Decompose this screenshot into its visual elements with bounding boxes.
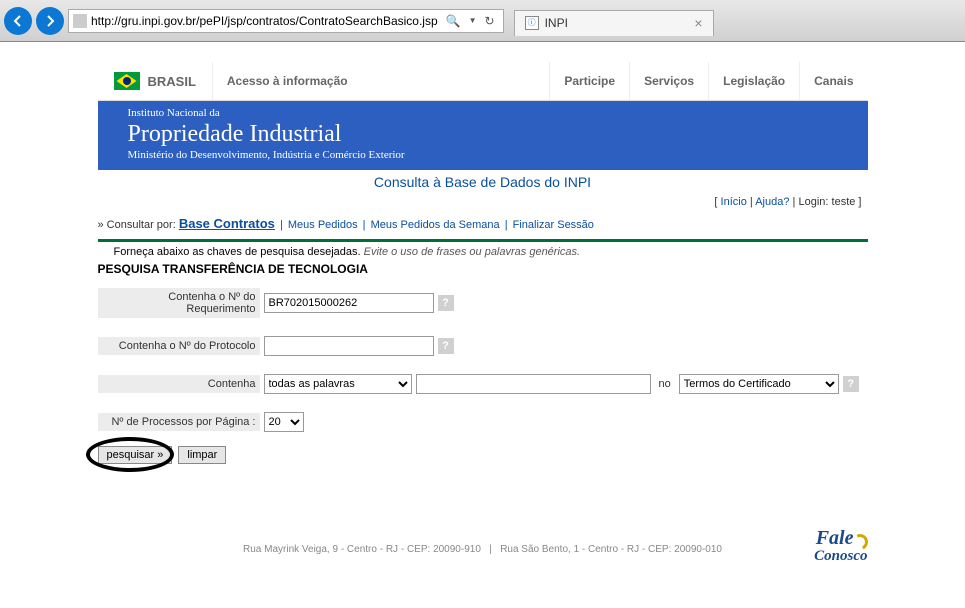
instructions-text1: Forneça abaixo as chaves de pesquisa des… — [114, 246, 361, 258]
nav-forward-button[interactable] — [36, 7, 64, 35]
limpar-button[interactable]: limpar — [178, 446, 226, 464]
tab-bar: ⓘ INPI × — [514, 6, 961, 36]
label-requerimento: Contenha o Nº do Requerimento — [98, 288, 260, 318]
address-bar[interactable]: http://gru.inpi.gov.br/pePI/jsp/contrato… — [68, 9, 504, 33]
nav-back-button[interactable] — [4, 7, 32, 35]
top-links: [ Início | Ajuda? | Login: teste ] — [98, 194, 868, 210]
footer-sep: | — [489, 544, 492, 555]
tab-title: INPI — [545, 16, 568, 30]
page-content: BRASIL Acesso à informação Participe Ser… — [98, 62, 868, 585]
row-per-page: Nº de Processos por Página : 20 — [98, 412, 868, 432]
select-termos[interactable]: Termos do Certificado — [679, 374, 839, 394]
browser-toolbar: http://gru.inpi.gov.br/pePI/jsp/contrato… — [0, 0, 965, 42]
section-title: PESQUISA TRANSFERÊNCIA DE TECNOLOGIA — [98, 260, 868, 288]
button-row: pesquisar » limpar — [98, 446, 868, 464]
link-finalizar-sessao[interactable]: Finalizar Sessão — [513, 219, 594, 231]
pesquisar-button[interactable]: pesquisar » — [98, 446, 173, 464]
inpi-header: Instituto Nacional da Propriedade Indust… — [98, 101, 868, 170]
brazil-flag-icon — [114, 72, 140, 90]
fale-conosco-logo[interactable]: Fale Conosco — [814, 530, 867, 562]
select-per-page[interactable]: 20 — [264, 412, 304, 432]
header-title: Propriedade Industrial — [128, 120, 838, 149]
link-meus-pedidos[interactable]: Meus Pedidos — [288, 219, 358, 231]
row-contenha: Contenha todas as palavras no Termos do … — [98, 374, 868, 394]
link-meus-pedidos-semana[interactable]: Meus Pedidos da Semana — [371, 219, 500, 231]
label-protocolo: Contenha o Nº do Protocolo — [98, 337, 260, 355]
input-protocolo[interactable] — [264, 336, 434, 356]
input-requerimento[interactable] — [264, 293, 434, 313]
select-contenha-modo[interactable]: todas as palavras — [264, 374, 412, 394]
browser-tab[interactable]: ⓘ INPI × — [514, 10, 714, 36]
row-requerimento: Contenha o Nº do Requerimento ? — [98, 288, 868, 318]
link-inicio[interactable]: Início — [721, 196, 747, 208]
gov-link-acesso[interactable]: Acesso à informação — [212, 62, 362, 100]
gov-brasil[interactable]: BRASIL — [98, 62, 212, 100]
row-protocolo: Contenha o Nº do Protocolo ? — [98, 336, 868, 356]
url-text: http://gru.inpi.gov.br/pePI/jsp/contrato… — [91, 14, 438, 28]
gov-link-participe[interactable]: Participe — [549, 62, 629, 100]
refresh-icon[interactable]: ↻ — [481, 14, 499, 28]
label-contenha: Contenha — [98, 375, 260, 393]
footer-addr2: Rua São Bento, 1 - Centro - RJ - CEP: 20… — [500, 544, 722, 555]
gov-bar: BRASIL Acesso à informação Participe Ser… — [98, 62, 868, 101]
header-line1: Instituto Nacional da — [128, 107, 838, 120]
search-form: Contenha o Nº do Requerimento ? Contenha… — [98, 288, 868, 464]
login-value: teste — [832, 196, 856, 208]
help-icon[interactable]: ? — [438, 295, 454, 311]
url-dropdown-icon[interactable]: ▼ — [467, 16, 479, 25]
label-per-page: Nº de Processos por Página : — [98, 413, 260, 431]
gov-link-servicos[interactable]: Serviços — [629, 62, 708, 100]
footer: Rua Mayrink Veiga, 9 - Centro - RJ - CEP… — [98, 534, 868, 585]
gov-link-canais[interactable]: Canais — [799, 62, 867, 100]
login-label: Login: — [798, 196, 828, 208]
gov-link-legislacao[interactable]: Legislação — [708, 62, 799, 100]
tab-favicon: ⓘ — [525, 16, 539, 30]
consultar-nav: » Consultar por: Base Contratos | Meus P… — [98, 210, 868, 237]
nav-prefix: » Consultar por: — [98, 219, 176, 231]
instructions: Forneça abaixo as chaves de pesquisa des… — [98, 242, 868, 260]
help-icon[interactable]: ? — [843, 376, 859, 392]
url-controls: 🔍 ▼ ↻ — [442, 14, 499, 28]
link-ajuda[interactable]: Ajuda? — [755, 196, 789, 208]
help-icon[interactable]: ? — [438, 338, 454, 354]
label-no: no — [659, 378, 671, 390]
tab-close-button[interactable]: × — [694, 15, 702, 31]
footer-addr1: Rua Mayrink Veiga, 9 - Centro - RJ - CEP… — [243, 544, 481, 555]
consulta-title: Consulta à Base de Dados do INPI — [98, 170, 868, 194]
link-base-contratos[interactable]: Base Contratos — [179, 216, 275, 231]
input-contenha-texto[interactable] — [416, 374, 651, 394]
header-subtitle: Ministério do Desenvolvimento, Indústria… — [128, 149, 838, 162]
instructions-text2: Evite o uso de frases ou palavras genéri… — [364, 246, 580, 258]
brasil-label: BRASIL — [148, 74, 196, 89]
search-icon[interactable]: 🔍 — [442, 14, 465, 28]
site-icon — [73, 14, 87, 28]
